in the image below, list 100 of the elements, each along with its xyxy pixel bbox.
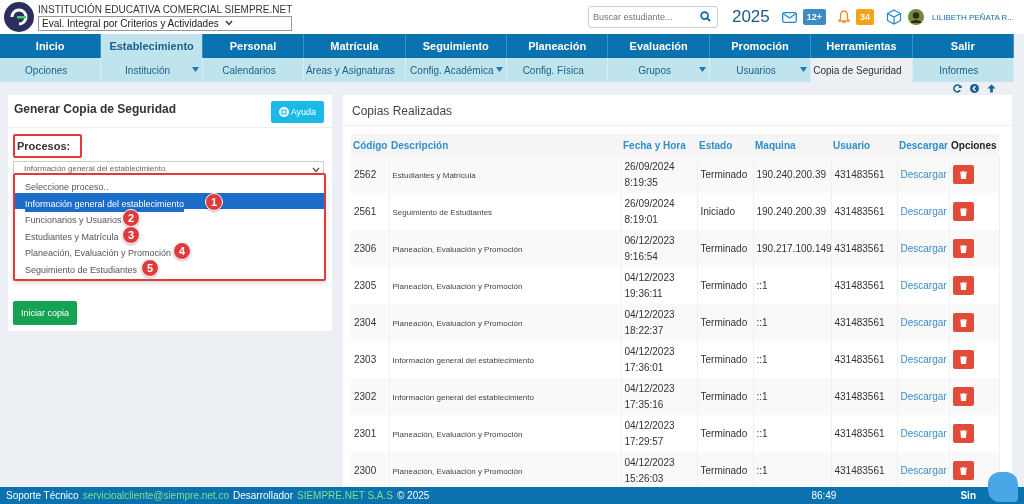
nav-tab[interactable]: Salir	[912, 34, 1014, 58]
subnav-tab[interactable]: Copia de Seguridad	[811, 58, 913, 82]
table-cell-text: 04/12/2023 18:22:37	[624, 307, 676, 338]
subnav-tab[interactable]: Áreas y Asignaturas	[304, 58, 406, 82]
column-header: Opciones	[951, 139, 997, 151]
nav-tab[interactable]: Inicio	[0, 34, 102, 58]
table-cell: Información general del establecimiento	[392, 356, 534, 365]
table-cell: Estudiantes y Matrícula	[392, 171, 476, 180]
nav-tab[interactable]: Planeación	[507, 34, 609, 58]
option-item[interactable]: Funcionarios y Usuarios	[25, 212, 122, 229]
table-cell: Terminado	[700, 317, 748, 328]
subnav-tab[interactable]: Config. Académica	[405, 58, 507, 82]
table-cell: Planeación, Evaluación y Promoción	[392, 282, 523, 291]
table-cell: 2561	[354, 206, 377, 217]
subnav-label: Grupos	[638, 64, 671, 76]
chat-bubble-icon[interactable]	[988, 472, 1018, 502]
table-cell: Terminado	[700, 428, 748, 439]
table-cell: ::1	[756, 391, 768, 402]
table-cell: 431483561	[834, 354, 885, 365]
table-cell: 2303	[354, 354, 377, 365]
table-cell: ::1	[756, 280, 768, 291]
delete-button[interactable]	[952, 165, 974, 184]
option-item[interactable]: Seleccione proceso..	[25, 179, 109, 196]
table-cell-text: 04/12/2023 17:29:57	[624, 418, 676, 449]
nav-tab[interactable]: Promoción	[709, 34, 812, 58]
back-icon[interactable]	[970, 84, 979, 93]
cube-icon[interactable]	[886, 9, 903, 25]
up-arrow-icon[interactable]	[987, 84, 996, 93]
table-cell-text: 26/09/2024 8:19:35	[624, 159, 676, 190]
subnav-tab[interactable]: Calendarios	[202, 58, 305, 82]
delete-button[interactable]	[952, 313, 974, 332]
support-email-link[interactable]: servicioalcliente@siempre.net.co	[82, 490, 229, 501]
trash-icon	[959, 429, 967, 438]
trash-icon	[959, 392, 967, 401]
nav-tab[interactable]: Seguimiento	[405, 34, 507, 58]
subnav-tab[interactable]: Informes	[912, 58, 1014, 82]
subnav-tab[interactable]: Grupos	[608, 58, 710, 82]
nav-tab[interactable]: Matrícula	[304, 34, 406, 58]
subnav-tab[interactable]: Usuarios	[709, 58, 812, 82]
caret-icon	[224, 20, 233, 26]
table-cell: 2305	[354, 280, 377, 291]
table-cell: 2306	[354, 243, 377, 254]
trash-icon	[959, 466, 967, 475]
evaluation-select[interactable]: Eval. Integral por Criterios y Actividades	[38, 15, 293, 31]
delete-button[interactable]	[952, 424, 974, 443]
option-item[interactable]: Seguimiento de Estudiantes	[25, 261, 138, 278]
delete-button[interactable]	[952, 461, 974, 480]
step-marker: 1	[205, 192, 223, 211]
avatar-icon[interactable]	[908, 9, 925, 25]
column-header[interactable]: Descripción	[391, 139, 449, 151]
table-cell: ::1	[756, 354, 768, 365]
panel-title: Copias Realizadas	[352, 104, 453, 118]
nav-tab[interactable]: Evaluación	[608, 34, 710, 58]
mail-icon[interactable]	[781, 11, 797, 23]
option-item[interactable]: Estudiantes y Matrícula	[25, 228, 119, 245]
delete-button[interactable]	[952, 202, 974, 221]
delete-button[interactable]	[952, 387, 974, 406]
table-cell: 2562	[354, 169, 377, 180]
subnav-tab[interactable]: Opciones	[0, 58, 102, 82]
delete-button[interactable]	[952, 350, 974, 369]
download-link[interactable]: Descargar	[900, 206, 947, 217]
table-cell: 431483561	[834, 169, 885, 180]
table-cell: 431483561	[834, 280, 885, 291]
subnav-tab[interactable]: Config. Física	[507, 58, 609, 82]
delete-button[interactable]	[952, 276, 974, 295]
subnav-label: Config. Física	[522, 64, 584, 76]
table-cell: Seguimiento de Estudiantes	[392, 208, 493, 217]
developer-link[interactable]: SIEMPRE.NET S.A.S	[297, 490, 393, 501]
table-cell: Terminado	[700, 243, 748, 254]
table-cell: Planeación, Evaluación y Promoción	[392, 319, 523, 328]
start-copy-button[interactable]: Iniciar copia	[13, 301, 78, 325]
nav-tab[interactable]: Establecimiento	[101, 34, 203, 58]
table-cell: 2304	[354, 317, 377, 328]
process-select[interactable]: Información general del establecimiento	[13, 161, 324, 173]
download-link[interactable]: Descargar	[900, 354, 947, 365]
table-cell-text: 06/12/2023 9:16:54	[624, 233, 676, 264]
search-field[interactable]: Buscar estudiante...	[587, 6, 718, 28]
subnav-tab[interactable]: Institución	[101, 58, 203, 82]
download-link[interactable]: Descargar	[900, 280, 947, 291]
subnav-label: Usuarios	[736, 64, 776, 76]
caret-icon	[312, 167, 320, 173]
table-cell: 190.240.200.39	[756, 169, 826, 180]
nav-tab[interactable]: Personal	[202, 34, 305, 58]
table-cell: ::1	[756, 465, 768, 476]
delete-button[interactable]	[952, 239, 974, 258]
table-cell: Iniciado	[700, 206, 735, 217]
table-cell-text: 26/09/2024 8:19:01	[624, 196, 676, 227]
table-cell: Planeación, Evaluación y Promoción	[392, 245, 523, 254]
user-name[interactable]: LILIBETH PEÑATA R...	[932, 12, 1014, 22]
nav-tab[interactable]: Herramientas	[811, 34, 913, 58]
step-marker: 3	[122, 225, 140, 244]
table-cell: 431483561	[834, 317, 885, 328]
year-label: 2025	[731, 7, 770, 27]
bell-icon[interactable]	[838, 10, 851, 24]
subnav-label: Opciones	[25, 64, 68, 76]
download-link[interactable]: Descargar	[900, 428, 947, 439]
trash-icon	[959, 355, 967, 364]
refresh-icon[interactable]	[953, 84, 962, 93]
subnav-label: Config. Académica	[410, 64, 494, 76]
trash-icon	[959, 244, 967, 253]
